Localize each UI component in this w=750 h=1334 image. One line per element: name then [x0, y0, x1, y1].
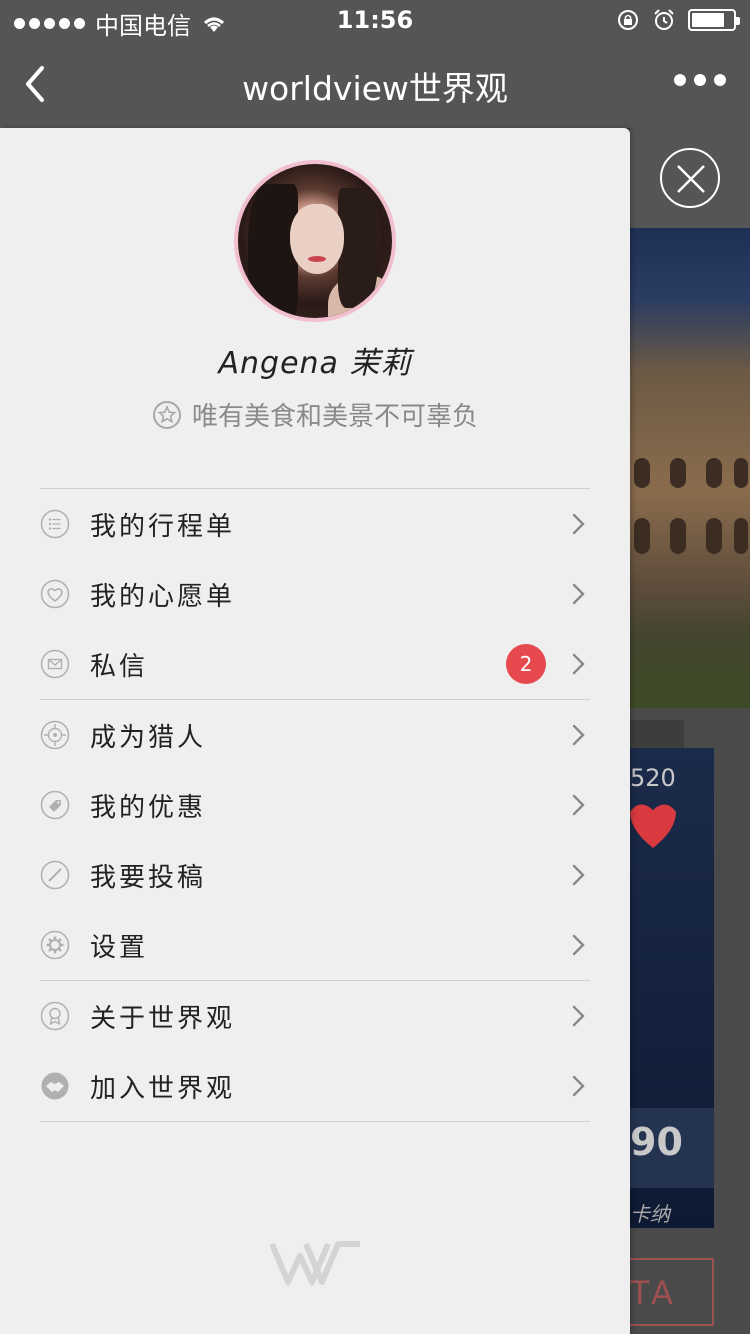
background-action-button[interactable]: TA — [630, 1258, 714, 1326]
close-icon — [677, 165, 705, 193]
menu-item-settings[interactable]: 设置 — [40, 910, 590, 980]
menu-group-actions: 成为猎人 我的优惠 我要投稿 设置 — [40, 700, 590, 981]
price-label: 90 — [630, 1108, 714, 1188]
chevron-right-icon — [572, 724, 585, 746]
side-drawer: Angena 茉莉 唯有美食和美景不可辜负 我的行程单 我的心愿单 私信 2 成… — [0, 128, 630, 1334]
alarm-icon — [654, 9, 674, 30]
star-icon — [152, 400, 181, 429]
nav-bar: worldview世界观 — [0, 40, 750, 128]
pencil-icon — [40, 860, 70, 890]
chevron-right-icon — [572, 583, 585, 605]
unread-badge: 2 — [506, 644, 546, 684]
drawer-menu: 我的行程单 我的心愿单 私信 2 成为猎人 我的优惠 我要投稿 设置 关于世界观… — [40, 488, 590, 1122]
menu-item-join[interactable]: 加入世界观 — [40, 1051, 590, 1121]
status-bar: 中国电信 11:56 — [0, 0, 750, 40]
user-name: Angena 茉莉 — [218, 346, 412, 381]
chevron-right-icon — [572, 1075, 585, 1097]
menu-item-label: 我要投稿 — [90, 862, 207, 893]
status-right — [616, 8, 740, 32]
background-page: 520 90 卡纳 TA — [630, 128, 750, 1334]
colosseum-arches — [634, 458, 748, 554]
chevron-right-icon — [572, 653, 585, 675]
chevron-right-icon — [572, 794, 585, 816]
menu-group-about: 关于世界观 加入世界观 — [40, 981, 590, 1122]
handshake-icon — [41, 1072, 69, 1100]
avatar[interactable] — [234, 160, 396, 322]
menu-item-label: 我的优惠 — [90, 792, 207, 823]
user-motto: 唯有美食和美景不可辜负 — [0, 396, 630, 433]
chevron-right-icon — [572, 1005, 585, 1027]
menu-item-submit[interactable]: 我要投稿 — [40, 840, 590, 910]
worldview-logo — [270, 1241, 360, 1285]
menu-item-label: 设置 — [90, 932, 149, 963]
menu-item-label: 关于世界观 — [90, 1003, 236, 1034]
background-header — [630, 128, 750, 228]
chevron-right-icon — [572, 864, 585, 886]
menu-item-about[interactable]: 关于世界观 — [40, 981, 590, 1051]
menu-item-wishlist[interactable]: 我的心愿单 — [40, 559, 590, 629]
menu-item-label: 加入世界观 — [90, 1073, 236, 1104]
menu-item-label: 成为猎人 — [90, 722, 207, 753]
target-icon — [40, 720, 70, 750]
menu-item-label: 私信 — [90, 651, 149, 682]
more-dots-icon[interactable] — [674, 74, 726, 86]
menu-item-become-hunter[interactable]: 成为猎人 — [40, 700, 590, 770]
menu-item-messages[interactable]: 私信 2 — [40, 629, 590, 699]
heart-icon — [40, 579, 70, 609]
close-drawer-button[interactable] — [660, 148, 720, 208]
chevron-right-icon — [572, 934, 585, 956]
background-photo — [630, 228, 750, 708]
gear-icon — [40, 930, 70, 960]
menu-item-itinerary[interactable]: 我的行程单 — [40, 489, 590, 559]
page-title: worldview世界观 — [242, 69, 508, 108]
heart-icon — [630, 804, 676, 848]
mail-icon — [40, 649, 70, 679]
chevron-right-icon — [572, 513, 585, 535]
background-card-tab — [630, 720, 684, 750]
menu-item-label: 我的行程单 — [90, 511, 236, 542]
list-icon — [40, 509, 70, 539]
like-count: 520 — [630, 764, 676, 792]
rotation-lock-icon — [618, 10, 638, 30]
menu-item-coupons[interactable]: 我的优惠 — [40, 770, 590, 840]
location-label: 卡纳 — [630, 1202, 670, 1226]
menu-item-label: 我的心愿单 — [90, 581, 236, 612]
battery-icon — [688, 9, 740, 31]
award-icon — [40, 1001, 70, 1031]
motto-text: 唯有美食和美景不可辜负 — [191, 402, 478, 432]
tag-icon — [40, 790, 70, 820]
menu-group-personal: 我的行程单 我的心愿单 私信 2 — [40, 489, 590, 700]
